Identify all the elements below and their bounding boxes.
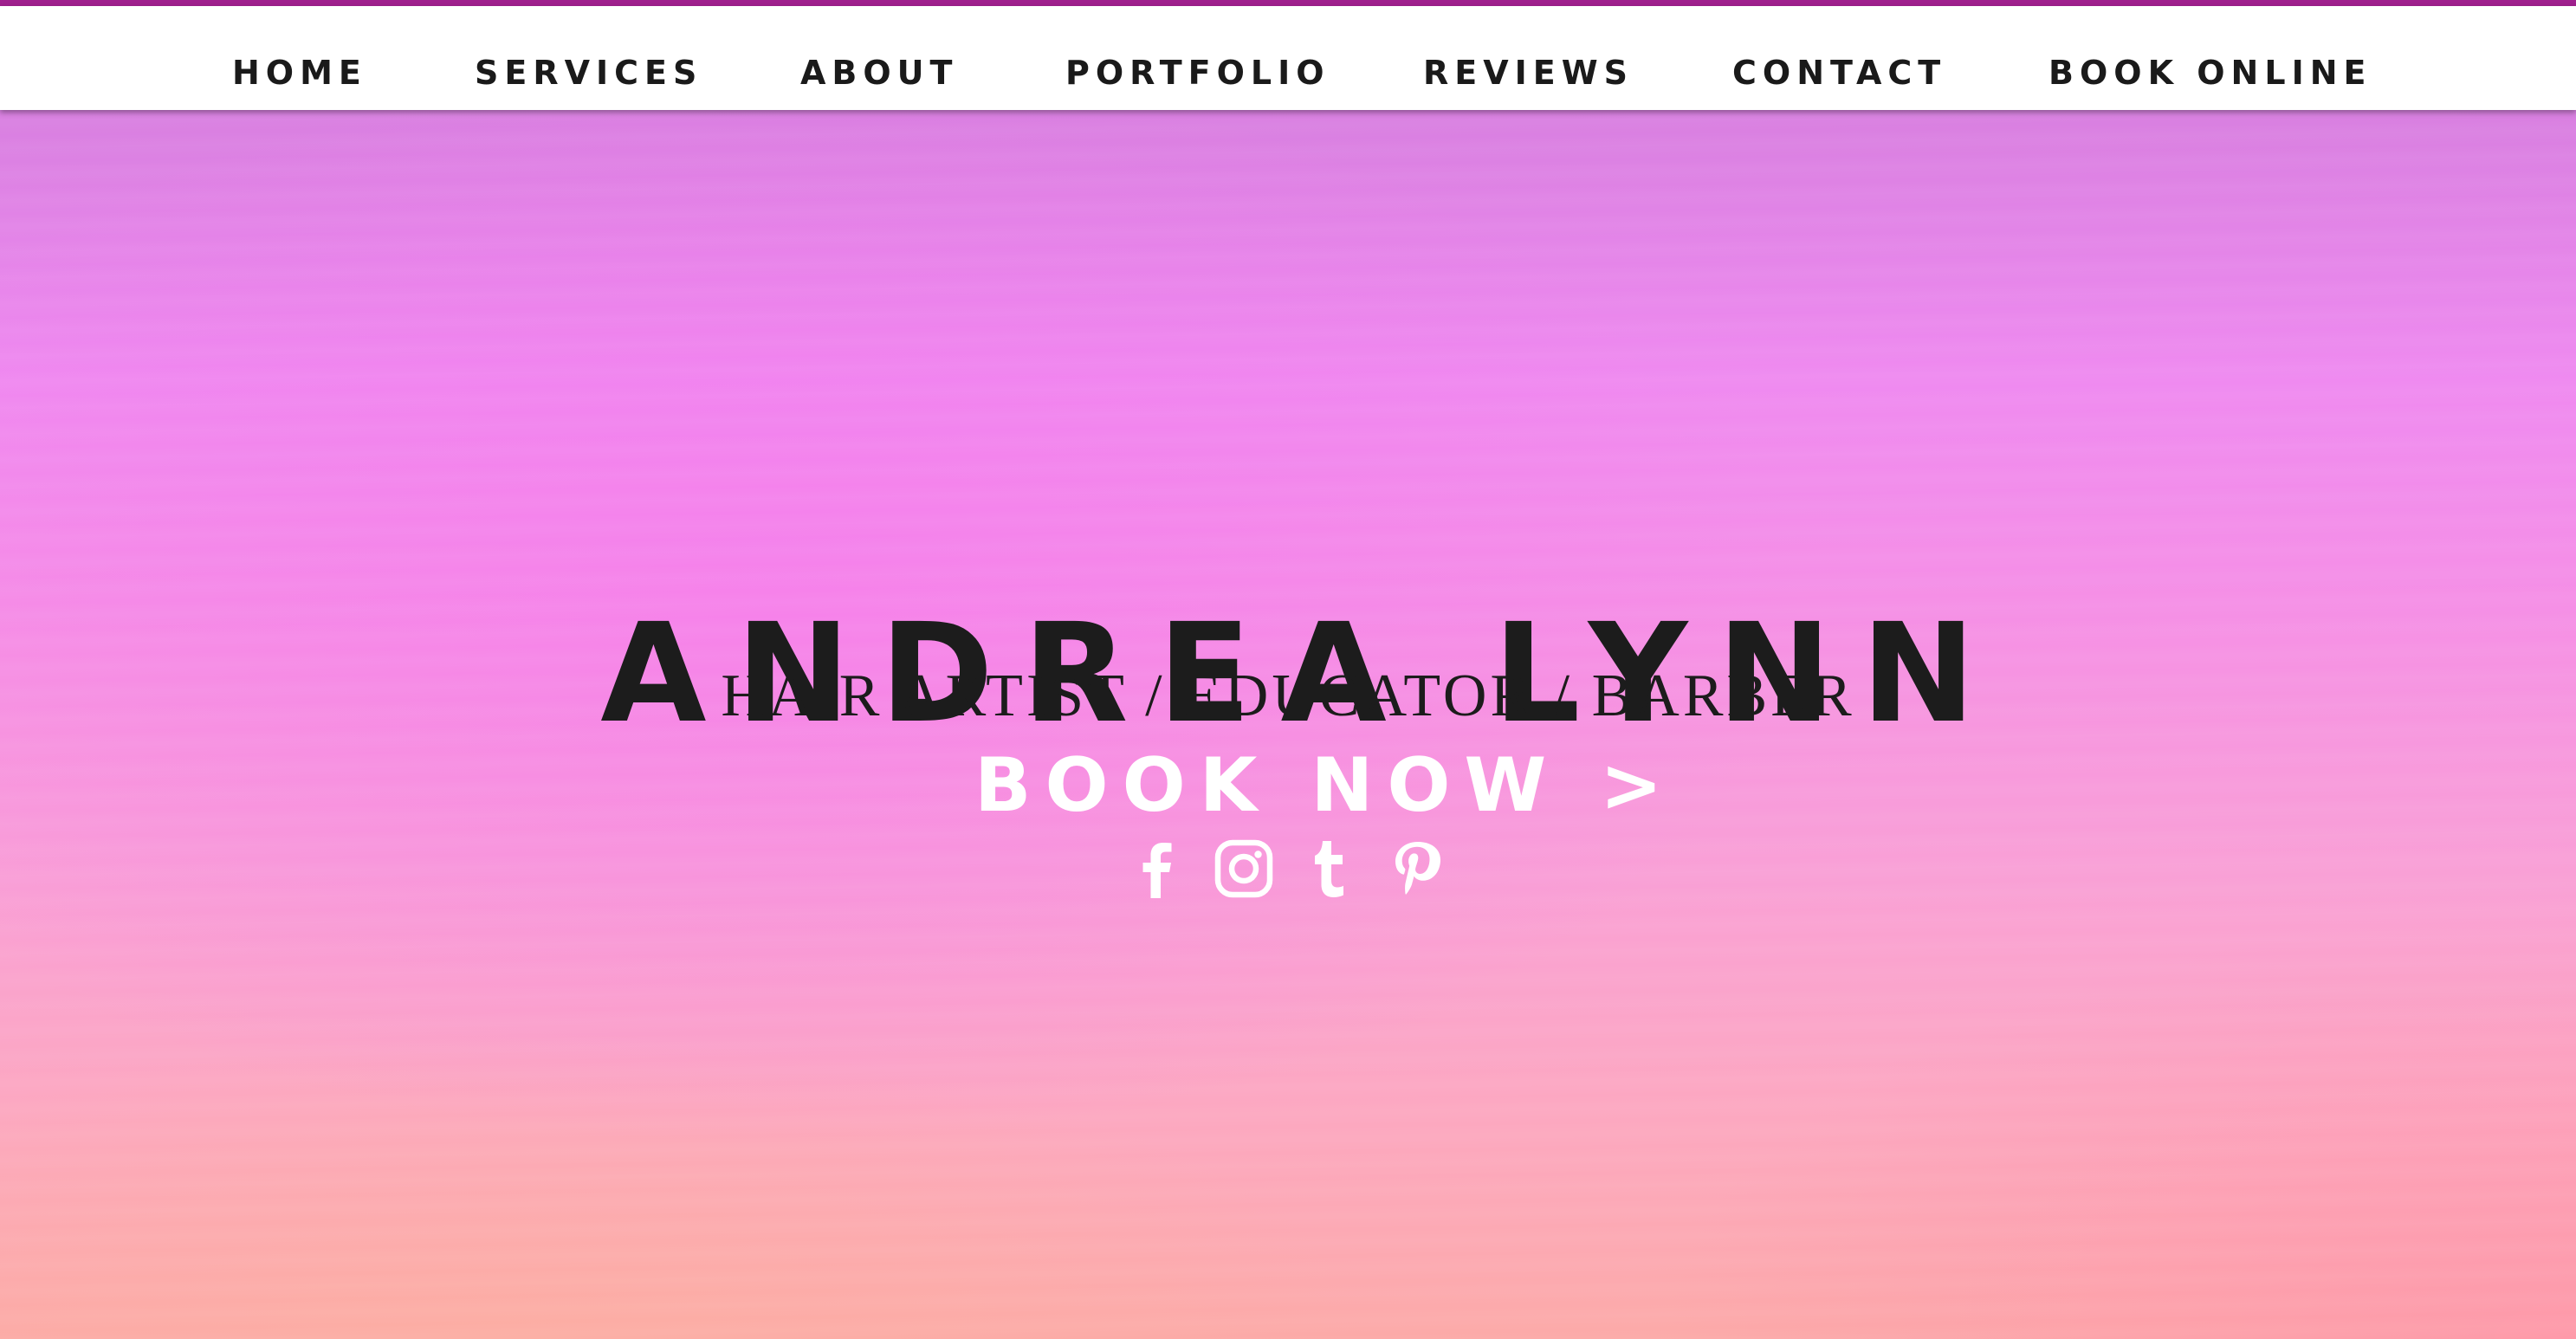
top-accent-bar (0, 0, 2576, 6)
pinterest-icon[interactable] (1386, 838, 1448, 900)
nav-item-contact[interactable]: CONTACT (1732, 56, 1946, 89)
nav-item-home[interactable]: HOME (232, 56, 367, 89)
nav-item-portfolio[interactable]: PORTFOLIO (1065, 56, 1330, 89)
nav-item-about[interactable]: ABOUT (800, 56, 958, 89)
nav-item-services[interactable]: SERVICES (475, 56, 702, 89)
facebook-icon[interactable] (1126, 838, 1188, 900)
tumblr-icon[interactable] (1299, 838, 1362, 900)
main-navigation: HOME SERVICES ABOUT PORTFOLIO REVIEWS CO… (0, 6, 2576, 110)
brand-tagline: HAIR ARTIST / EDUCATOR / BARBER (721, 663, 1855, 729)
book-now-button[interactable]: BOOK NOW > (974, 742, 1662, 829)
instagram-icon[interactable] (1213, 838, 1275, 900)
nav-item-book-online[interactable]: BOOK ONLINE (2049, 56, 2372, 89)
nav-item-reviews[interactable]: REVIEWS (1423, 56, 1634, 89)
page: HOME SERVICES ABOUT PORTFOLIO REVIEWS CO… (0, 0, 2576, 1339)
social-bar (1126, 838, 1451, 907)
hero-section: ANDREA LYNN HAIR ARTIST / EDUCATOR / BAR… (0, 110, 2576, 1339)
